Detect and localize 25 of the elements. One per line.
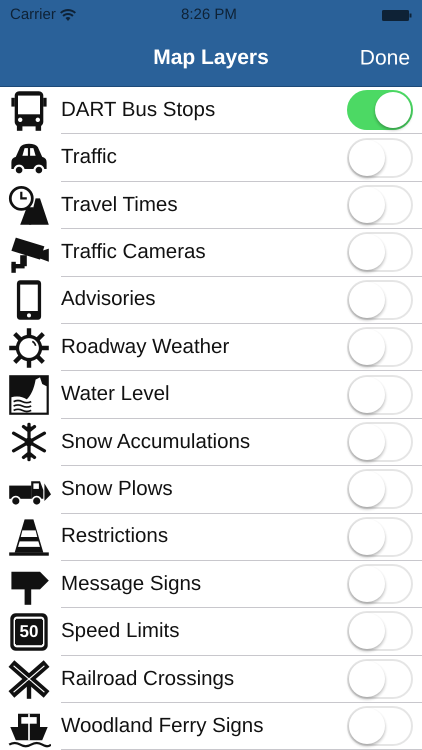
done-button[interactable]: Done [360,42,410,74]
layer-label: Railroad Crossings [61,666,234,692]
wifi-icon [60,9,76,21]
layer-label: DART Bus Stops [61,96,216,123]
water-level-icon [7,373,51,418]
toggle-switch[interactable] [347,90,413,130]
sun-icon [7,326,51,370]
carrier-label: Carrier [10,4,56,25]
layer-label: Woodland Ferry Signs [61,712,264,739]
layer-label: Traffic Cameras [61,238,206,265]
speed-value: 50 [15,620,43,644]
layer-label: Roadway Weather [61,334,230,360]
layer-label: Travel Times [61,192,178,218]
layer-label: Restrictions [61,523,168,550]
clock-road-icon [7,183,51,228]
layer-label: Message Signs [61,570,202,597]
layer-label: Advisories [61,286,156,312]
layer-label: Snow Accumulations [61,428,250,455]
layer-label: Speed Limits [61,618,180,644]
layer-label: Traffic [61,144,117,170]
layer-label: Water Level [61,381,170,408]
screen-title: Map Layers [153,45,269,72]
battery-icon [382,10,412,20]
time-label: 8:26 PM [180,4,237,25]
layer-label: Snow Plows [61,476,173,502]
